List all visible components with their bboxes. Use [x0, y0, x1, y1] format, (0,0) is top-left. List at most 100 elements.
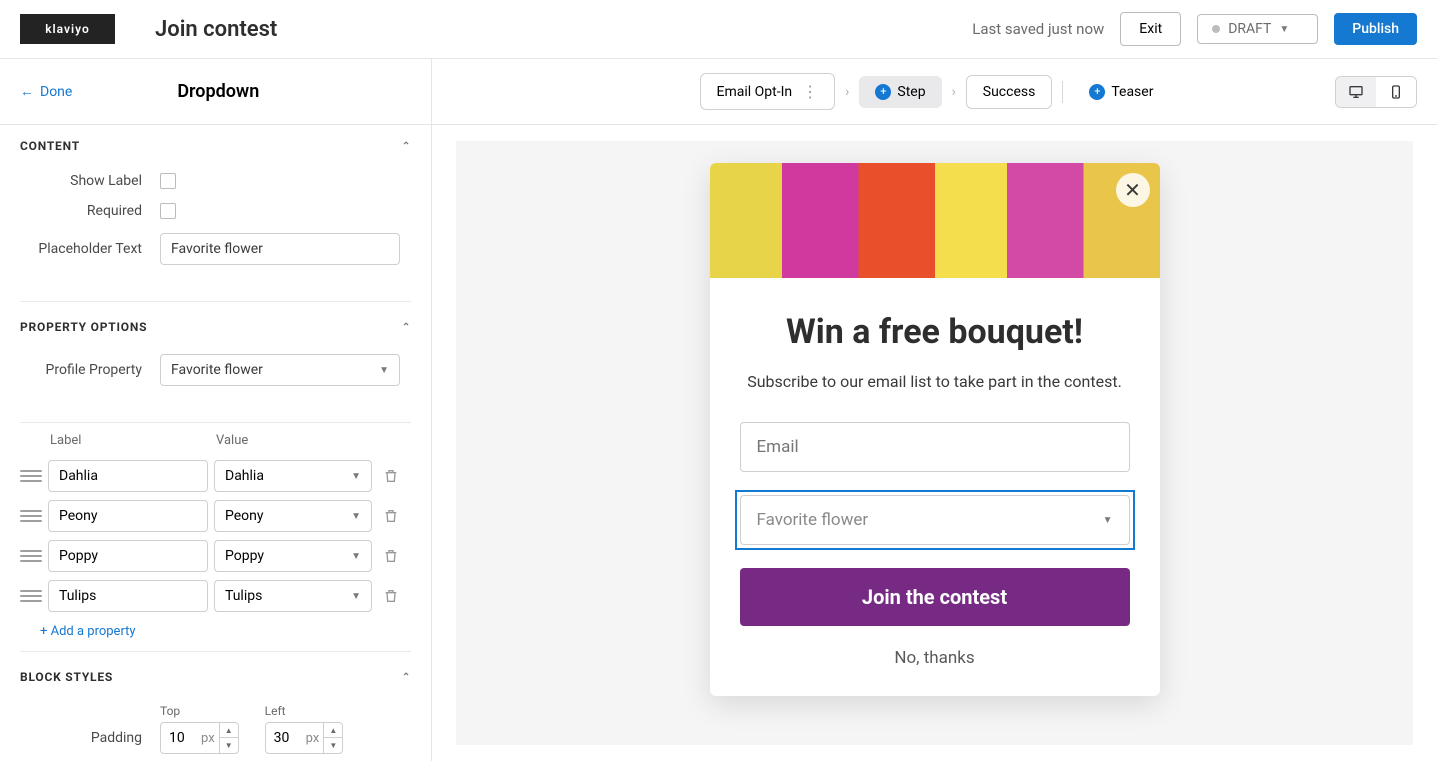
padding-left-input[interactable]: px ▲▼: [265, 722, 344, 754]
trash-icon: [383, 508, 399, 524]
submit-button[interactable]: Join the contest: [740, 568, 1130, 626]
chevron-down-icon: ▼: [1103, 515, 1113, 526]
form-subtitle: Subscribe to our email list to take part…: [740, 370, 1130, 394]
preview-canvas: ✕ Win a free bouquet! Subscribe to our e…: [432, 125, 1437, 761]
chevron-right-icon: ›: [952, 84, 956, 100]
more-vertical-icon[interactable]: ⋮: [802, 82, 818, 101]
increment-button[interactable]: ▲: [324, 723, 342, 738]
section-title: BLOCK STYLES: [20, 670, 113, 684]
save-status: Last saved just now: [972, 20, 1104, 38]
monitor-icon: [1348, 84, 1364, 100]
plus-circle-icon: +: [1089, 84, 1105, 100]
draft-dot-icon: [1212, 25, 1220, 33]
decline-link[interactable]: No, thanks: [740, 648, 1130, 668]
profile-property-label: Profile Property: [20, 362, 160, 378]
option-row: Tulips▼: [0, 576, 431, 616]
form-title: Win a free bouquet!: [740, 312, 1130, 352]
show-label-checkbox[interactable]: [160, 173, 176, 189]
mobile-view-button[interactable]: [1376, 77, 1416, 107]
email-input[interactable]: [740, 422, 1130, 472]
form-preview: ✕ Win a free bouquet! Subscribe to our e…: [710, 163, 1160, 696]
option-value-select[interactable]: Dahlia▼: [214, 460, 372, 492]
device-toggle: [1335, 76, 1417, 108]
page-title: Join contest: [155, 17, 277, 42]
decrement-button[interactable]: ▼: [324, 738, 342, 753]
chevron-down-icon: ▼: [1279, 24, 1289, 35]
divider: [1062, 81, 1063, 103]
option-label-input[interactable]: [48, 540, 208, 572]
section-title: PROPERTY OPTIONS: [20, 320, 147, 334]
delete-option-button[interactable]: [382, 587, 400, 605]
option-row: Peony▼: [0, 496, 431, 536]
step-email-optin[interactable]: Email Opt-In ⋮: [700, 73, 836, 110]
chevron-down-icon: ▼: [379, 365, 389, 376]
value-column-header: Value: [216, 433, 248, 448]
step-label: Email Opt-In: [717, 84, 793, 100]
draft-status-dropdown[interactable]: DRAFT ▼: [1197, 14, 1318, 44]
step-success[interactable]: Success: [966, 75, 1053, 109]
chevron-down-icon: ▼: [351, 591, 361, 602]
add-teaser-button[interactable]: + Teaser: [1073, 76, 1169, 108]
delete-option-button[interactable]: [382, 507, 400, 525]
chevron-down-icon: ▼: [351, 551, 361, 562]
close-button[interactable]: ✕: [1116, 173, 1150, 207]
properties-sidebar: CONTENT ⌃ Show Label Required Placeholde…: [0, 125, 432, 761]
unit-label: px: [201, 731, 219, 746]
desktop-view-button[interactable]: [1336, 77, 1376, 107]
divider: [20, 301, 411, 302]
required-checkbox[interactable]: [160, 203, 176, 219]
option-label-input[interactable]: [48, 580, 208, 612]
padding-top-value[interactable]: [161, 730, 201, 746]
chevron-right-icon: ›: [845, 84, 849, 100]
plus-circle-icon: +: [875, 84, 891, 100]
padding-label: Padding: [20, 730, 160, 754]
teaser-label: Teaser: [1111, 84, 1153, 100]
label-column-header: Label: [50, 433, 210, 448]
dropdown-placeholder: Favorite flower: [757, 510, 869, 530]
chevron-up-icon: ⌃: [402, 322, 411, 333]
exit-button[interactable]: Exit: [1120, 12, 1181, 46]
done-label: Done: [40, 84, 72, 100]
option-value-select[interactable]: Tulips▼: [214, 580, 372, 612]
draft-label: DRAFT: [1228, 21, 1271, 37]
divider: [20, 651, 411, 652]
section-property-options-header[interactable]: PROPERTY OPTIONS ⌃: [0, 306, 431, 348]
section-content-header[interactable]: CONTENT ⌃: [0, 125, 431, 167]
unit-label: px: [306, 731, 324, 746]
mobile-icon: [1388, 84, 1404, 100]
drag-handle-icon[interactable]: [20, 470, 42, 482]
trash-icon: [383, 468, 399, 484]
drag-handle-icon[interactable]: [20, 510, 42, 522]
step-label: Step: [897, 84, 925, 100]
padding-top-input[interactable]: px ▲▼: [160, 722, 239, 754]
drag-handle-icon[interactable]: [20, 550, 42, 562]
section-block-styles-header[interactable]: BLOCK STYLES ⌃: [0, 656, 431, 698]
option-label-input[interactable]: [48, 460, 208, 492]
add-step-button[interactable]: + Step: [859, 76, 941, 108]
option-value-select[interactable]: Poppy▼: [214, 540, 372, 572]
padding-top-label: Top: [160, 704, 239, 718]
logo: klaviyo: [20, 14, 115, 44]
placeholder-input[interactable]: [160, 233, 400, 265]
selected-block-highlight: Favorite flower ▼: [735, 490, 1135, 550]
show-label-label: Show Label: [20, 173, 160, 189]
delete-option-button[interactable]: [382, 547, 400, 565]
hero-image: [710, 163, 1160, 278]
decrement-button[interactable]: ▼: [220, 738, 238, 753]
delete-option-button[interactable]: [382, 467, 400, 485]
chevron-up-icon: ⌃: [402, 141, 411, 152]
chevron-down-icon: ▼: [351, 471, 361, 482]
padding-left-value[interactable]: [266, 730, 306, 746]
profile-property-select[interactable]: Favorite flower ▼: [160, 354, 400, 386]
option-row: Dahlia▼: [0, 456, 431, 496]
drag-handle-icon[interactable]: [20, 590, 42, 602]
publish-button[interactable]: Publish: [1334, 13, 1417, 45]
option-label-input[interactable]: [48, 500, 208, 532]
option-value-select[interactable]: Peony▼: [214, 500, 372, 532]
favorite-flower-dropdown[interactable]: Favorite flower ▼: [740, 495, 1130, 545]
step-label: Success: [983, 84, 1036, 100]
increment-button[interactable]: ▲: [220, 723, 238, 738]
top-bar: klaviyo Join contest Last saved just now…: [0, 0, 1437, 59]
done-button[interactable]: ← Done: [20, 83, 72, 100]
add-property-link[interactable]: + Add a property: [0, 616, 176, 647]
